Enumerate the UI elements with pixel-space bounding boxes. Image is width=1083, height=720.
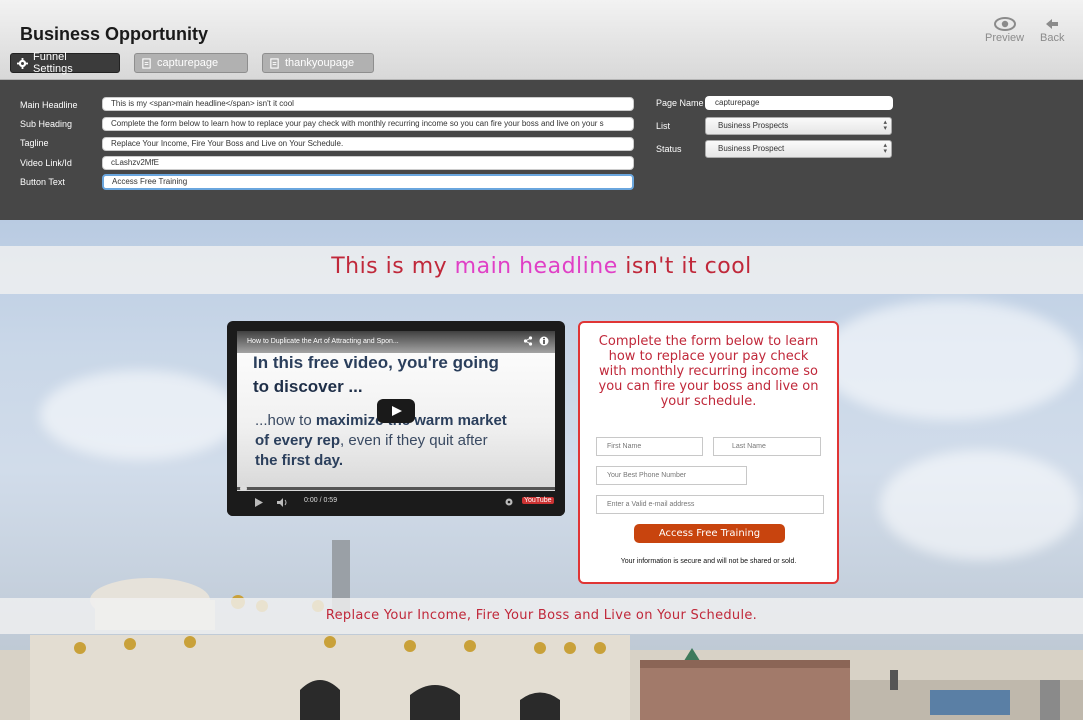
video-text-line5: the first day. xyxy=(255,452,344,469)
video-player[interactable]: In this free video, you're going to disc… xyxy=(227,321,565,516)
page-title: Business Opportunity xyxy=(20,24,209,44)
optin-form: Complete the form below to learn how to … xyxy=(578,321,839,584)
video-text-line1: In this free video, you're going xyxy=(253,353,499,372)
list-label: List xyxy=(656,121,671,131)
list-value: Business Prospects xyxy=(718,121,789,130)
form-heading: Complete the form below to learn how to … xyxy=(598,334,819,409)
first-name-input[interactable]: First Name xyxy=(596,437,703,456)
status-value: Business Prospect xyxy=(718,144,785,153)
back-label: Back xyxy=(1040,32,1065,44)
gear-icon xyxy=(17,57,28,69)
video-link-input[interactable]: cLashzv2MfE xyxy=(102,156,634,170)
last-name-input[interactable]: Last Name xyxy=(713,437,821,456)
privacy-note: Your information is secure and will not … xyxy=(620,558,797,565)
settings-panel: Main Headline This is my <span>main head… xyxy=(0,80,1083,220)
cloud xyxy=(40,370,240,460)
youtube-logo[interactable]: YouTube xyxy=(522,497,554,504)
select-arrows-icon: ▴ ▾ xyxy=(883,142,887,155)
video-text-line3a: ...how to xyxy=(255,412,316,429)
volume-icon[interactable] xyxy=(277,498,289,507)
cloud xyxy=(820,300,1080,420)
tagline: Replace Your Income, Fire Your Boss and … xyxy=(325,608,758,623)
preview-button[interactable]: Preview xyxy=(985,16,1024,44)
tab-funnel-settings[interactable]: Funnel Settings xyxy=(10,51,120,75)
page-icon xyxy=(142,57,151,69)
play-icon[interactable] xyxy=(254,498,263,507)
status-select[interactable]: Business Prospect ▴ ▾ xyxy=(705,140,892,158)
eye-icon xyxy=(993,17,1016,31)
video-text-line4b: , even if they quit after xyxy=(340,432,488,449)
list-select[interactable]: Business Prospects ▴ ▾ xyxy=(705,117,892,135)
video-frame: In this free video, you're going to disc… xyxy=(237,331,555,491)
settings-icon[interactable] xyxy=(505,498,513,506)
headline-text-post: isn't it cool xyxy=(617,254,752,279)
sub-heading-label: Sub Heading xyxy=(20,119,73,129)
video-text-line4a: of every rep xyxy=(255,432,341,449)
button-text-input[interactable]: Access Free Training xyxy=(102,174,634,190)
page-name-label: Page Name xyxy=(656,98,704,108)
share-icon[interactable] xyxy=(523,336,533,346)
tab-thankyoupage[interactable]: thankyoupage xyxy=(262,53,374,73)
video-title: How to Duplicate the Art of Attracting a… xyxy=(247,338,399,345)
main-headline-label: Main Headline xyxy=(20,100,78,110)
page-preview: This is my main headline isn't it cool I… xyxy=(0,220,1083,720)
button-text-label: Button Text xyxy=(20,177,65,187)
funnel-editor: Business Opportunity Funnel Settings cap… xyxy=(0,0,1083,720)
main-headline-input[interactable]: This is my <span>main headline</span> is… xyxy=(102,97,634,111)
headline-text-pre: This is my xyxy=(331,254,455,279)
page-icon xyxy=(270,57,279,69)
tagline-input[interactable]: Replace Your Income, Fire Your Boss and … xyxy=(102,137,634,151)
main-headline: This is my main headline isn't it cool xyxy=(0,254,1083,279)
video-time: 0:00 / 0:59 xyxy=(304,497,338,504)
back-button[interactable]: Back xyxy=(1040,16,1064,44)
back-arrow-icon xyxy=(1046,19,1059,29)
tagline-label: Tagline xyxy=(20,138,49,148)
video-progress-bar[interactable] xyxy=(237,487,555,490)
play-button-icon[interactable] xyxy=(377,399,415,423)
video-title-bar: How to Duplicate the Art of Attracting a… xyxy=(237,331,555,353)
select-arrows-icon: ▴ ▾ xyxy=(883,119,887,132)
headline-highlight: main headline xyxy=(454,254,618,279)
tab-label: thankyoupage xyxy=(285,57,355,69)
status-label: Status xyxy=(656,144,682,154)
page-name-input[interactable]: capturepage xyxy=(705,96,893,110)
tab-label: Funnel Settings xyxy=(33,51,73,75)
email-input[interactable]: Enter a Valid e-mail address xyxy=(596,495,824,514)
sub-heading-input[interactable]: Complete the form below to learn how to … xyxy=(102,117,634,131)
phone-input[interactable]: Your Best Phone Number xyxy=(596,466,747,485)
video-text-line2: to discover ... xyxy=(253,377,363,396)
access-free-training-button[interactable]: Access Free Training xyxy=(634,524,785,543)
tab-label: capturepage xyxy=(157,57,219,69)
info-icon[interactable] xyxy=(539,336,549,346)
video-link-label: Video Link/Id xyxy=(20,158,72,168)
preview-label: Preview xyxy=(985,32,1025,44)
top-bar: Business Opportunity Funnel Settings cap… xyxy=(0,0,1083,80)
tab-capturepage[interactable]: capturepage xyxy=(134,53,248,73)
